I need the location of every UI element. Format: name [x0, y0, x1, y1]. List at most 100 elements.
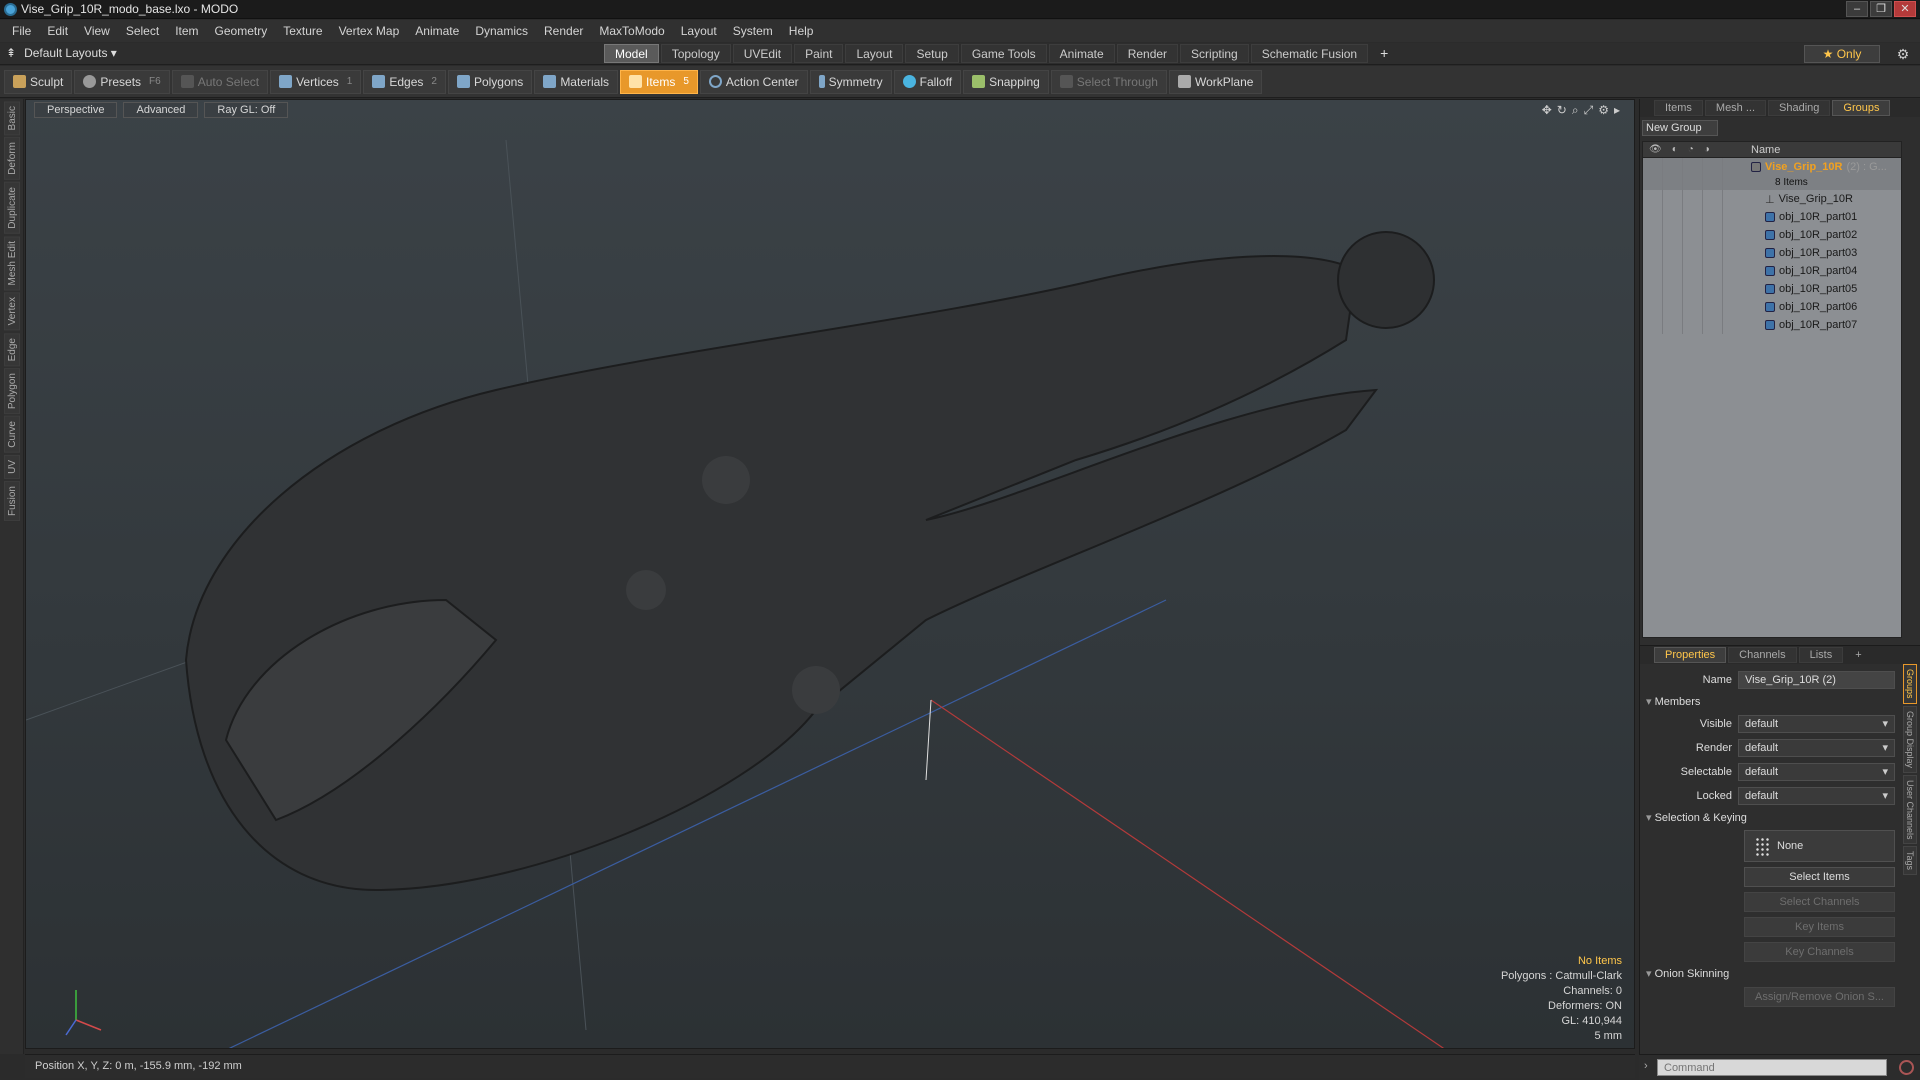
- selectable-dropdown[interactable]: default: [1738, 763, 1895, 781]
- tab-duplicate[interactable]: Duplicate: [3, 182, 20, 234]
- select-through-button[interactable]: Select Through: [1050, 69, 1167, 94]
- tab-mesh-edit[interactable]: Mesh Edit: [3, 235, 20, 291]
- menu-dynamics[interactable]: Dynamics: [467, 20, 536, 42]
- menu-vertex-map[interactable]: Vertex Map: [331, 20, 408, 42]
- tab-channels[interactable]: Channels: [1728, 647, 1797, 663]
- tab-groups[interactable]: Groups: [1832, 100, 1891, 116]
- tab-schematic-fusion[interactable]: Schematic Fusion: [1250, 44, 1369, 63]
- only-button[interactable]: ★ Only: [1804, 45, 1880, 63]
- close-button[interactable]: ✕: [1894, 1, 1916, 17]
- tab-items[interactable]: Items: [1654, 100, 1703, 116]
- render-icon[interactable]: ◐: [1672, 144, 1678, 155]
- onion-skinning-section[interactable]: Onion Skinning: [1640, 964, 1920, 984]
- record-macro-icon[interactable]: [1899, 1060, 1914, 1075]
- select-items-button[interactable]: Select Items: [1744, 866, 1895, 887]
- menu-animate[interactable]: Animate: [407, 20, 467, 42]
- tab-uv[interactable]: UV: [3, 454, 20, 479]
- tab-deform[interactable]: Deform: [3, 137, 20, 181]
- falloff-button[interactable]: Falloff: [893, 69, 962, 94]
- advanced-dropdown[interactable]: Advanced: [123, 102, 199, 118]
- items-button[interactable]: Items 5: [620, 69, 698, 94]
- select-icon[interactable]: ◑: [1704, 144, 1710, 155]
- maximize-button[interactable]: ❐: [1870, 1, 1892, 17]
- tab-setup[interactable]: Setup: [905, 44, 959, 63]
- 3d-viewport[interactable]: Perspective Advanced Ray GL: Off ✥ ↻ ⌕ ⤢…: [25, 99, 1635, 1049]
- group-row[interactable]: Vise_Grip_10R (2) : G... 8 Items: [1643, 158, 1901, 190]
- key-items-button[interactable]: Key Items: [1744, 916, 1895, 937]
- rotate-view-icon[interactable]: ↻: [1557, 103, 1567, 118]
- menu-texture[interactable]: Texture: [275, 20, 330, 42]
- raygl-dropdown[interactable]: Ray GL: Off: [204, 102, 289, 118]
- expand-view-icon[interactable]: ▸: [1614, 103, 1620, 118]
- tree-item-row[interactable]: obj_10R_part05: [1643, 280, 1901, 298]
- auto-select-button[interactable]: Auto Select: [171, 69, 269, 94]
- menu-help[interactable]: Help: [781, 20, 822, 42]
- collapse-icon[interactable]: ⇞: [6, 46, 16, 60]
- tab-layout[interactable]: Layout: [845, 44, 904, 63]
- layouts-dropdown[interactable]: Default Layouts ▾: [24, 46, 117, 60]
- tree-item-row[interactable]: obj_10R_part04: [1643, 262, 1901, 280]
- tree-item-row[interactable]: obj_10R_part02: [1643, 226, 1901, 244]
- sculpt-button[interactable]: Sculpt: [4, 69, 73, 94]
- tab-fusion[interactable]: Fusion: [3, 480, 20, 521]
- tree-item-row[interactable]: ⊥ Vise_Grip_10R: [1643, 190, 1901, 208]
- render-dropdown[interactable]: default: [1738, 739, 1895, 757]
- tab-animate[interactable]: Animate: [1048, 44, 1115, 63]
- perspective-dropdown[interactable]: Perspective: [34, 102, 118, 118]
- tree-item-row[interactable]: obj_10R_part01: [1643, 208, 1901, 226]
- menu-select[interactable]: Select: [118, 20, 167, 42]
- tab-properties[interactable]: Properties: [1654, 647, 1727, 663]
- tab-polygon[interactable]: Polygon: [3, 368, 20, 415]
- vtab-user-channels[interactable]: User Channels: [1903, 774, 1917, 845]
- minimize-button[interactable]: –: [1846, 1, 1868, 17]
- tab-lists[interactable]: Lists: [1798, 647, 1844, 663]
- tab-topology[interactable]: Topology: [660, 44, 731, 63]
- key-channels-button[interactable]: Key Channels: [1744, 941, 1895, 962]
- locked-dropdown[interactable]: default: [1738, 787, 1895, 805]
- visibility-eye-icon[interactable]: 👁: [1649, 144, 1662, 155]
- view-settings-icon[interactable]: ⚙: [1598, 103, 1609, 118]
- add-tab-button[interactable]: +: [1845, 648, 1871, 662]
- vtab-groups[interactable]: Groups: [1903, 664, 1917, 704]
- tree-item-row[interactable]: obj_10R_part03: [1643, 244, 1901, 262]
- workplane-button[interactable]: WorkPlane: [1168, 69, 1263, 94]
- members-section[interactable]: Members: [1640, 692, 1920, 712]
- symmetry-button[interactable]: Symmetry: [809, 69, 892, 94]
- tab-uvedit[interactable]: UVEdit: [732, 44, 793, 63]
- selection-keying-section[interactable]: Selection & Keying: [1640, 808, 1920, 828]
- menu-item[interactable]: Item: [167, 20, 206, 42]
- add-tab-icon[interactable]: +: [1370, 44, 1398, 63]
- menu-render[interactable]: Render: [536, 20, 591, 42]
- menu-file[interactable]: File: [4, 20, 39, 42]
- tab-mesh[interactable]: Mesh ...: [1704, 100, 1767, 116]
- menu-edit[interactable]: Edit: [39, 20, 76, 42]
- tab-render[interactable]: Render: [1116, 44, 1179, 63]
- zoom-view-icon[interactable]: ⌕: [1572, 103, 1579, 118]
- move-view-icon[interactable]: ✥: [1542, 103, 1552, 118]
- tab-edge[interactable]: Edge: [3, 332, 20, 367]
- menu-maxtomodo[interactable]: MaxToModo: [591, 20, 672, 42]
- menu-geometry[interactable]: Geometry: [207, 20, 276, 42]
- tab-vertex[interactable]: Vertex: [3, 292, 20, 331]
- edges-button[interactable]: Edges 2: [363, 69, 446, 94]
- tab-basic[interactable]: Basic: [3, 101, 20, 136]
- vtab-group-display[interactable]: Group Display: [1903, 705, 1917, 773]
- new-group-button[interactable]: New Group: [1642, 120, 1718, 136]
- tab-curve[interactable]: Curve: [3, 416, 20, 453]
- lock-icon[interactable]: ◔: [1688, 144, 1694, 155]
- tab-scripting[interactable]: Scripting: [1180, 44, 1249, 63]
- tab-paint[interactable]: Paint: [794, 44, 844, 63]
- select-channels-button[interactable]: Select Channels: [1744, 891, 1895, 912]
- tree-item-row[interactable]: obj_10R_part07: [1643, 316, 1901, 334]
- assign-onion-button[interactable]: Assign/Remove Onion S...: [1744, 986, 1895, 1007]
- gear-icon[interactable]: ⚙: [1894, 45, 1912, 63]
- menu-system[interactable]: System: [725, 20, 781, 42]
- materials-button[interactable]: Materials: [534, 69, 618, 94]
- vtab-tags[interactable]: Tags: [1903, 846, 1917, 876]
- tree-item-row[interactable]: obj_10R_part06: [1643, 298, 1901, 316]
- action-center-button[interactable]: Action Center: [699, 69, 808, 94]
- tab-shading[interactable]: Shading: [1768, 100, 1831, 116]
- command-input[interactable]: [1657, 1059, 1887, 1076]
- snapping-button[interactable]: Snapping: [963, 69, 1049, 94]
- fit-view-icon[interactable]: ⤢: [1584, 103, 1594, 118]
